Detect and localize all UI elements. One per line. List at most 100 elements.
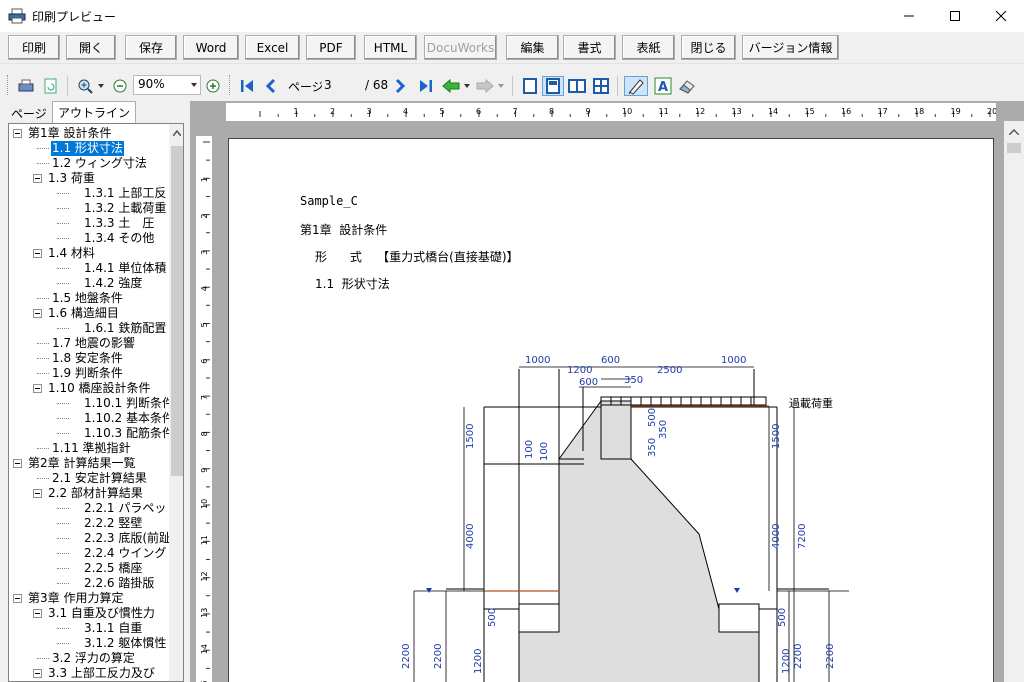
tree-item[interactable]: 3.1.1 自重: [9, 621, 169, 636]
close-icon: [995, 10, 1007, 22]
forward-dropdown-arrow[interactable]: [496, 76, 506, 96]
cover-button[interactable]: 表紙: [622, 35, 675, 60]
excel-button[interactable]: Excel: [245, 35, 300, 60]
tree-item[interactable]: 3.1 自重及び慣性力: [9, 606, 169, 621]
first-page-button[interactable]: [236, 76, 258, 96]
page-number-input[interactable]: [322, 75, 362, 95]
tree-item[interactable]: 1.10.1 判断条件: [9, 396, 169, 411]
tree-item[interactable]: 1.4 材料: [9, 246, 169, 261]
outline-scrollbar[interactable]: [169, 124, 183, 681]
close-window-button[interactable]: [978, 0, 1024, 32]
previous-page-button[interactable]: [260, 76, 280, 96]
tree-item[interactable]: 1.3.4 その他: [9, 231, 169, 246]
text-tool-button[interactable]: A: [652, 76, 674, 96]
format-button[interactable]: 書式: [563, 35, 616, 60]
collapse-toggle-icon[interactable]: [13, 594, 22, 603]
collapse-toggle-icon[interactable]: [33, 669, 42, 678]
zoom-plus-button[interactable]: [203, 76, 223, 96]
tree-item[interactable]: 1.8 安定条件: [9, 351, 169, 366]
dim-350-low: 350: [647, 438, 658, 457]
collapse-toggle-icon[interactable]: [33, 384, 42, 393]
tree-item[interactable]: 第1章 設計条件: [9, 126, 169, 141]
tab-outline[interactable]: アウトライン: [52, 101, 137, 123]
tree-item[interactable]: 1.6 構造細目: [9, 306, 169, 321]
tree-item[interactable]: 1.7 地震の影響: [9, 336, 169, 351]
tree-item[interactable]: 1.10.3 配筋条件: [9, 426, 169, 441]
tree-item[interactable]: 第2章 計算結果一覧: [9, 456, 169, 471]
collapse-toggle-icon[interactable]: [33, 309, 42, 318]
print-button[interactable]: 印刷: [8, 35, 60, 60]
page-width-view-button[interactable]: [542, 76, 564, 96]
tree-item[interactable]: 1.1 形状寸法: [9, 141, 169, 156]
refresh-button[interactable]: [40, 76, 62, 96]
surcharge-label: 過載荷重: [789, 396, 833, 410]
tree-item[interactable]: 2.2.4 ウイング: [9, 546, 169, 561]
eraser-tool-button[interactable]: [676, 76, 698, 96]
tree-item[interactable]: 2.2.2 竪壁: [9, 516, 169, 531]
tree-item[interactable]: 1.10.2 基本条件: [9, 411, 169, 426]
html-button[interactable]: HTML: [364, 35, 417, 60]
edit-button[interactable]: 編集: [506, 35, 559, 60]
tree-item[interactable]: 3.3 上部工反力及び: [9, 666, 169, 681]
tree-item[interactable]: 1.4.2 強度: [9, 276, 169, 291]
tree-item[interactable]: 2.2.1 パラペット: [9, 501, 169, 516]
zoom-out-button[interactable]: [110, 76, 130, 96]
tree-item[interactable]: 1.3.2 上載荷重: [9, 201, 169, 216]
tree-item[interactable]: 1.5 地盤条件: [9, 291, 169, 306]
save-button[interactable]: 保存: [125, 35, 177, 60]
collapse-toggle-icon[interactable]: [33, 174, 42, 183]
tab-page[interactable]: ページ: [6, 103, 52, 123]
zoom-dropdown-arrow[interactable]: [96, 76, 106, 96]
multi-page-view-button[interactable]: [590, 76, 612, 96]
dim-1500-right: 1500: [771, 424, 782, 449]
open-button[interactable]: 開く: [66, 35, 116, 60]
tree-item[interactable]: 1.3 荷重: [9, 171, 169, 186]
minimize-button[interactable]: [886, 0, 932, 32]
single-page-view-button[interactable]: [519, 76, 541, 96]
tree-item-label: 1.10 橋座設計条件: [48, 381, 151, 395]
next-page-button[interactable]: [391, 76, 411, 96]
collapse-toggle-icon[interactable]: [13, 129, 22, 138]
tree-item[interactable]: 1.9 判断条件: [9, 366, 169, 381]
tree-item[interactable]: 1.3.3 土 圧: [9, 216, 169, 231]
tree-item[interactable]: 1.2 ウィング寸法: [9, 156, 169, 171]
back-dropdown-arrow[interactable]: [462, 76, 472, 96]
word-button[interactable]: Word: [183, 35, 239, 60]
toolbar-grip[interactable]: [229, 75, 232, 95]
collapse-toggle-icon[interactable]: [13, 459, 22, 468]
toolbar-grip[interactable]: [7, 75, 10, 95]
maximize-button[interactable]: [932, 0, 978, 32]
collapse-toggle-icon[interactable]: [33, 609, 42, 618]
tree-item[interactable]: 1.11 準拠指針: [9, 441, 169, 456]
tree-item[interactable]: 2.1 安定計算結果: [9, 471, 169, 486]
docuworks-button[interactable]: DocuWorks: [424, 35, 497, 60]
preview-scrollbar[interactable]: [1004, 121, 1024, 682]
version-info-button[interactable]: バージョン情報: [742, 35, 839, 60]
tree-item[interactable]: 1.10 橋座設計条件: [9, 381, 169, 396]
tree-item[interactable]: 第3章 作用力算定: [9, 591, 169, 606]
collapse-toggle-icon[interactable]: [33, 489, 42, 498]
tree-item[interactable]: 2.2.6 踏掛版: [9, 576, 169, 591]
tree-item[interactable]: 3.2 浮力の算定: [9, 651, 169, 666]
tree-item[interactable]: 1.3.1 上部工反: [9, 186, 169, 201]
zoom-select[interactable]: 90%: [133, 75, 201, 95]
last-page-button[interactable]: [415, 76, 437, 96]
preview-scrollbar-thumb[interactable]: [1007, 143, 1021, 153]
tree-item[interactable]: 2.2.3 底版(前趾: [9, 531, 169, 546]
pen-tool-button[interactable]: [624, 76, 648, 96]
zoom-in-button[interactable]: [74, 76, 96, 96]
forward-button[interactable]: [474, 76, 496, 96]
close-button[interactable]: 閉じる: [681, 35, 736, 60]
tree-item[interactable]: 2.2 部材計算結果: [9, 486, 169, 501]
tree-item[interactable]: 3.1.2 躯体慣性: [9, 636, 169, 651]
print-setup-button[interactable]: [15, 76, 37, 96]
tree-item[interactable]: 1.4.1 単位体積: [9, 261, 169, 276]
tree-item[interactable]: 1.6.1 鉄筋配置: [9, 321, 169, 336]
collapse-toggle-icon[interactable]: [33, 249, 42, 258]
outline-scrollbar-thumb[interactable]: [171, 146, 183, 476]
pdf-button[interactable]: PDF: [306, 35, 356, 60]
back-button[interactable]: [440, 76, 462, 96]
tree-item[interactable]: 2.2.5 橋座: [9, 561, 169, 576]
two-page-view-button[interactable]: [566, 76, 588, 96]
minus-circle-icon: [113, 79, 127, 93]
